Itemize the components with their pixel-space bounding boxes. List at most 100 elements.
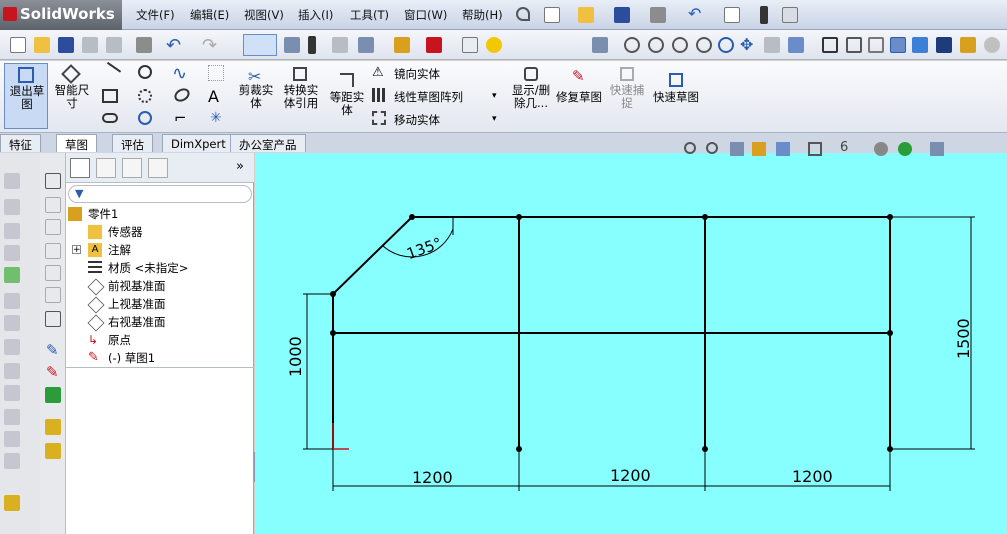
angle-dimension[interactable]: 135° [404, 234, 444, 263]
list-icon[interactable] [462, 37, 478, 53]
zoom-out-icon[interactable] [696, 37, 712, 53]
centerline-icon[interactable]: ✳ [210, 110, 222, 126]
move-dropdown-icon[interactable]: ▾ [492, 114, 497, 124]
linear-pattern-button[interactable]: 线性草图阵列 [394, 89, 463, 105]
sketch-point[interactable] [409, 214, 415, 220]
strip-tool-14-icon[interactable] [4, 495, 20, 511]
arc-icon[interactable] [138, 89, 152, 103]
offset-button[interactable]: 等距实体 [326, 63, 368, 129]
mirror-button[interactable]: 镜向实体 [394, 66, 440, 82]
select-tool-button[interactable] [243, 34, 277, 56]
section-icon[interactable] [788, 37, 804, 53]
view-cube-3-icon[interactable] [45, 219, 61, 235]
tab-dimxpert[interactable]: DimXpert [162, 134, 235, 152]
new-doc-icon[interactable] [10, 37, 26, 53]
view-cube-1-icon[interactable] [45, 173, 61, 189]
menu-edit[interactable]: 编辑(E) [190, 7, 229, 23]
strip-tool-3-icon[interactable] [4, 223, 20, 239]
height-left-dimension[interactable]: 1000 [286, 336, 305, 377]
rebuild-icon[interactable] [760, 6, 768, 24]
spline-icon[interactable]: ∿ [172, 63, 187, 84]
strip-tool-5-icon[interactable] [4, 267, 20, 283]
relations-icon[interactable] [45, 387, 61, 403]
sketch-point[interactable] [887, 330, 893, 336]
tree-item-right-plane[interactable]: 右视基准面 [87, 313, 166, 332]
display-icon[interactable] [358, 37, 374, 53]
strip-tool-10-icon[interactable] [4, 385, 20, 401]
undo-icon[interactable]: ↶ [688, 6, 704, 23]
line-icon[interactable] [98, 61, 122, 85]
sketch-svg[interactable]: 135° 1000 1500 1200 1200 1200 [255, 153, 1007, 534]
strip-tool-2-icon[interactable] [4, 199, 20, 215]
strip-tool-9-icon[interactable] [4, 363, 20, 379]
quick-snap-button[interactable]: 快速捕捉 [606, 63, 648, 129]
wireframe-icon[interactable] [822, 37, 838, 53]
sw-resources-icon[interactable] [426, 37, 442, 53]
menu-view[interactable]: 视图(V) [244, 7, 284, 23]
smart-dim-button[interactable]: 智能尺寸 [52, 63, 92, 129]
strip-tool-4-icon[interactable] [4, 245, 20, 261]
perspective-icon[interactable] [960, 37, 976, 53]
options-icon[interactable] [782, 7, 798, 23]
shadows-icon[interactable] [936, 37, 952, 53]
strip-tool-1-icon[interactable] [4, 173, 20, 189]
menu-help[interactable]: 帮助(H) [462, 7, 503, 23]
grid-icon[interactable] [208, 65, 224, 81]
text-icon[interactable]: A [208, 87, 219, 106]
tab-evaluate[interactable]: 评估 [112, 134, 153, 152]
select-icon[interactable] [724, 7, 740, 23]
width-dimension-3[interactable]: 1200 [792, 467, 833, 486]
open-icon[interactable] [578, 7, 594, 23]
view-orient-icon[interactable] [592, 37, 608, 53]
sketch-point[interactable] [516, 214, 522, 220]
strip-tool-13-icon[interactable] [4, 453, 20, 469]
strip-tool-7-icon[interactable] [4, 315, 20, 331]
height-right-dimension[interactable]: 1500 [954, 318, 973, 359]
tab-office[interactable]: 办公室产品 [230, 134, 306, 152]
strip-tool-12-icon[interactable] [4, 431, 20, 447]
block-1-icon[interactable] [45, 419, 61, 435]
smart-sketch-icon[interactable]: ✎ [46, 341, 59, 359]
strip-tool-8-icon[interactable] [4, 339, 20, 355]
tab-features[interactable]: 特征 [0, 134, 41, 152]
dimxpert-tab[interactable] [148, 158, 168, 178]
save-icon[interactable] [614, 7, 630, 23]
expand-annotation-icon[interactable]: + [72, 245, 81, 255]
filter-field[interactable]: ▼ [68, 185, 252, 203]
sketch-point[interactable] [330, 330, 336, 336]
config-tab[interactable] [122, 158, 142, 178]
move-button[interactable]: 移动实体 [394, 112, 440, 128]
point-icon[interactable] [138, 111, 152, 125]
zoom-fit-icon[interactable] [624, 37, 640, 53]
strip-tool-6-icon[interactable] [4, 293, 20, 309]
view-cube-5-icon[interactable] [45, 265, 61, 281]
tree-item-material[interactable]: 材质 <未指定> [88, 259, 188, 277]
rectangle-icon[interactable] [102, 89, 118, 103]
exit-sketch-button[interactable]: 退出草图 [4, 63, 48, 129]
pan-icon[interactable]: ✥ [740, 35, 753, 54]
slot-icon[interactable] [102, 113, 118, 123]
convert-button[interactable]: 转换实体引用 [280, 63, 322, 129]
help-icon[interactable] [486, 37, 502, 53]
rapid-sketch-button[interactable]: 快速草图 [652, 63, 700, 129]
realview-icon[interactable] [984, 37, 1000, 53]
view-cube-6-icon[interactable] [45, 287, 61, 303]
sketch-point[interactable] [702, 214, 708, 220]
new-icon[interactable] [544, 7, 560, 23]
filter-icon[interactable] [284, 37, 300, 53]
view-cube-4-icon[interactable] [45, 243, 61, 259]
print-icon[interactable] [650, 7, 666, 23]
tree-item-part[interactable]: 零件1 [68, 205, 118, 223]
shaded-edges-icon[interactable] [890, 37, 906, 53]
fillet-icon[interactable]: ⌐ [174, 109, 187, 127]
rebuild2-icon[interactable] [308, 36, 316, 54]
redo-icon[interactable]: ↷ [202, 35, 217, 56]
zoom-in-icon[interactable] [672, 37, 688, 53]
graphics-area[interactable]: 6 135° 1000 1500 1200 1200 1200 [255, 140, 1007, 534]
menu-file[interactable]: 文件(F) [136, 7, 175, 23]
width-dimension-1[interactable]: 1200 [412, 468, 453, 487]
menu-insert[interactable]: 插入(I) [298, 7, 333, 23]
rotate-icon[interactable] [718, 37, 734, 53]
strip-tool-11-icon[interactable] [4, 409, 20, 425]
fix-icon[interactable]: ✎ [46, 363, 59, 381]
